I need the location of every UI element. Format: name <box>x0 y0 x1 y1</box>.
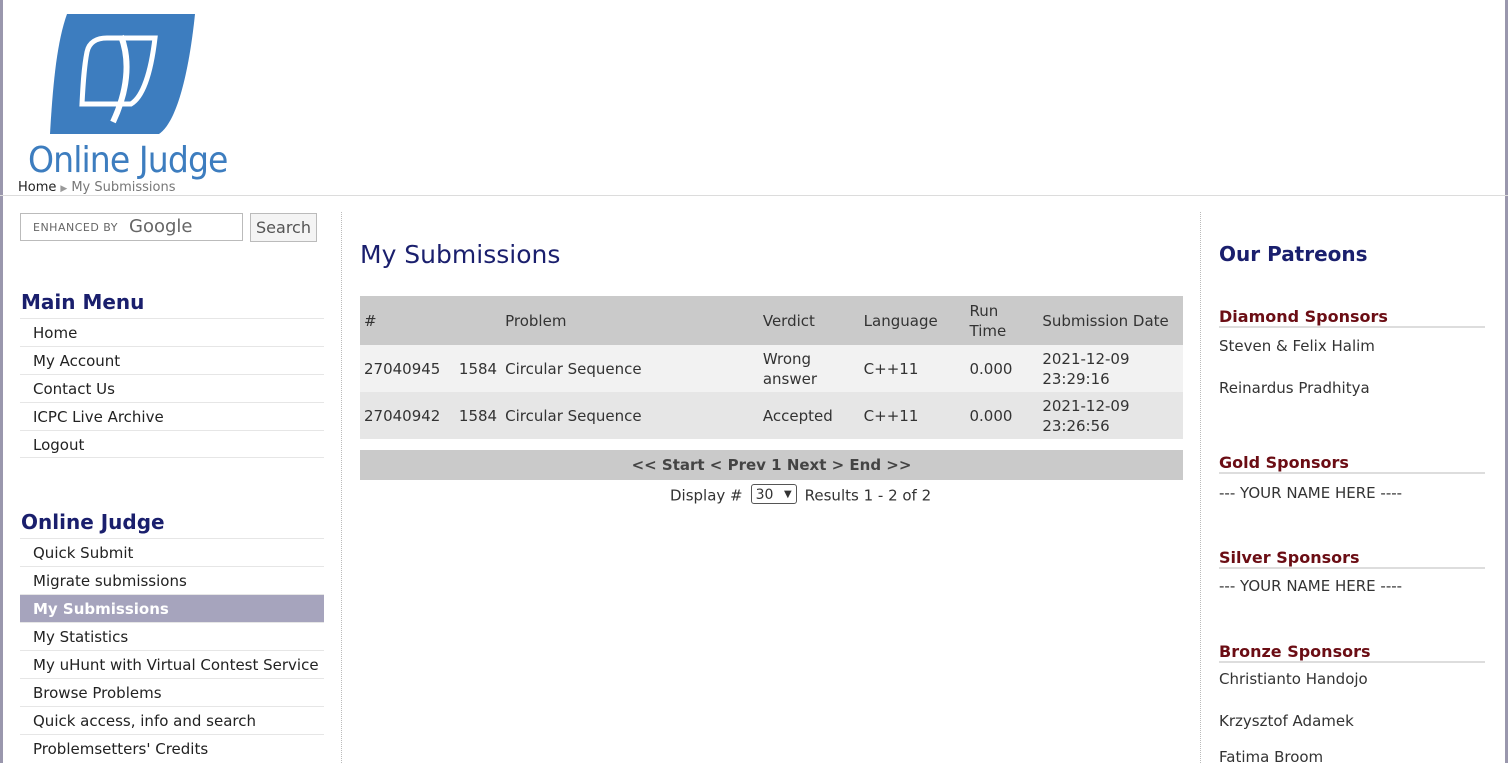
submission-id: 27040945 <box>360 345 455 392</box>
oj-menu-item-my-submissions[interactable]: My Submissions <box>20 594 324 622</box>
verdict: Wrong answer <box>758 345 860 392</box>
column-divider-right <box>1200 212 1201 763</box>
table-row: 27040945 1584 Circular Sequence Wrong an… <box>360 345 1183 392</box>
gold-sponsors-heading: Gold Sponsors <box>1219 453 1485 474</box>
breadcrumb-current: My Submissions <box>71 180 176 195</box>
oj-menu-item-uhunt[interactable]: My uHunt with Virtual Contest Service <box>20 650 324 678</box>
table-row: 27040942 1584 Circular Sequence Accepted… <box>360 392 1183 439</box>
sponsor-name: --- YOUR NAME HERE ---- <box>1219 577 1403 595</box>
patreons-title: Our Patreons <box>1219 242 1368 266</box>
run-time: 0.000 <box>965 392 1039 439</box>
online-judge-menu-title: Online Judge <box>21 510 165 534</box>
page-title: My Submissions <box>360 240 561 269</box>
problem-id-link[interactable]: 1584 <box>454 392 502 439</box>
main-menu-item-home[interactable]: Home <box>20 318 324 346</box>
google-brand: Google <box>129 216 193 237</box>
col-header-submission-date[interactable]: Submission Date <box>1038 296 1183 345</box>
run-time: 0.000 <box>965 345 1039 392</box>
column-divider-left <box>341 212 342 763</box>
window-frame-left <box>0 0 3 763</box>
main-menu-title: Main Menu <box>21 290 145 314</box>
table-header-row: # Problem Verdict Language Run Time Subm… <box>360 296 1183 345</box>
oj-menu-item-quick-submit[interactable]: Quick Submit <box>20 538 324 566</box>
pagination-bar[interactable]: << Start < Prev 1 Next > End >> <box>360 450 1183 480</box>
search-button[interactable]: Search <box>250 213 317 242</box>
main-menu-item-my-account[interactable]: My Account <box>20 346 324 374</box>
oj-menu-item-browse-problems[interactable]: Browse Problems <box>20 678 324 706</box>
oj-menu-item-quick-access[interactable]: Quick access, info and search <box>20 706 324 734</box>
submissions-table: # Problem Verdict Language Run Time Subm… <box>360 296 1183 439</box>
verdict: Accepted <box>758 392 860 439</box>
col-header-id[interactable]: # <box>360 296 455 345</box>
results-summary: Results 1 - 2 of 2 <box>804 486 932 505</box>
display-count-select[interactable]: 30 ▼ <box>750 484 797 504</box>
chevron-down-icon: ▼ <box>783 489 792 500</box>
submission-date: 2021-12-09 23:29:16 <box>1038 345 1183 392</box>
submission-id: 27040942 <box>360 392 455 439</box>
breadcrumb-home[interactable]: Home <box>18 180 56 195</box>
language: C++11 <box>859 345 966 392</box>
submission-date: 2021-12-09 23:26:56 <box>1038 392 1183 439</box>
bronze-sponsors-heading: Bronze Sponsors <box>1219 642 1485 663</box>
logo-text[interactable]: Online Judge <box>28 140 228 181</box>
problem-id-link[interactable]: 1584 <box>454 345 502 392</box>
diamond-sponsors-heading: Diamond Sponsors <box>1219 307 1485 328</box>
oj-menu-item-problemsetters-credits[interactable]: Problemsetters' Credits <box>20 734 324 762</box>
online-judge-menu: Quick Submit Migrate submissions My Subm… <box>20 538 324 762</box>
col-header-run-time[interactable]: Run Time <box>965 296 1039 345</box>
language: C++11 <box>859 392 966 439</box>
search-input[interactable]: ENHANCED BY Google <box>20 213 243 241</box>
main-menu-item-logout[interactable]: Logout <box>20 430 324 458</box>
main-menu-item-icpc-live-archive[interactable]: ICPC Live Archive <box>20 402 324 430</box>
main-menu: Home My Account Contact Us ICPC Live Arc… <box>20 318 324 458</box>
oj-menu-item-migrate-submissions[interactable]: Migrate submissions <box>20 566 324 594</box>
sponsor-name: --- YOUR NAME HERE ---- <box>1219 484 1403 502</box>
breadcrumb-separator-icon: ▶ <box>60 184 68 194</box>
col-header-spacer <box>454 296 502 345</box>
sponsor-name: Christianto Handojo <box>1219 670 1368 688</box>
main-menu-item-contact-us[interactable]: Contact Us <box>20 374 324 402</box>
display-count-value: 30 <box>755 487 774 503</box>
display-label: Display # <box>670 486 743 505</box>
sponsor-name: Steven & Felix Halim <box>1219 337 1375 355</box>
col-header-problem[interactable]: Problem <box>501 296 759 345</box>
header-divider <box>0 195 1508 196</box>
sponsor-name: Fatima Broom <box>1219 748 1324 766</box>
display-control: Display # 30 ▼ Results 1 - 2 of 2 <box>670 484 932 506</box>
breadcrumb: Home ▶ My Submissions <box>18 180 176 195</box>
col-header-language[interactable]: Language <box>859 296 966 345</box>
problem-name-link[interactable]: Circular Sequence <box>501 392 759 439</box>
oj-menu-item-my-statistics[interactable]: My Statistics <box>20 622 324 650</box>
silver-sponsors-heading: Silver Sponsors <box>1219 548 1485 569</box>
search-enhanced-by: ENHANCED BY <box>33 221 118 234</box>
problem-name-link[interactable]: Circular Sequence <box>501 345 759 392</box>
sponsor-name: Krzysztof Adamek <box>1219 712 1354 730</box>
sponsor-name: Reinardus Pradhitya <box>1219 379 1370 397</box>
col-header-verdict[interactable]: Verdict <box>758 296 860 345</box>
